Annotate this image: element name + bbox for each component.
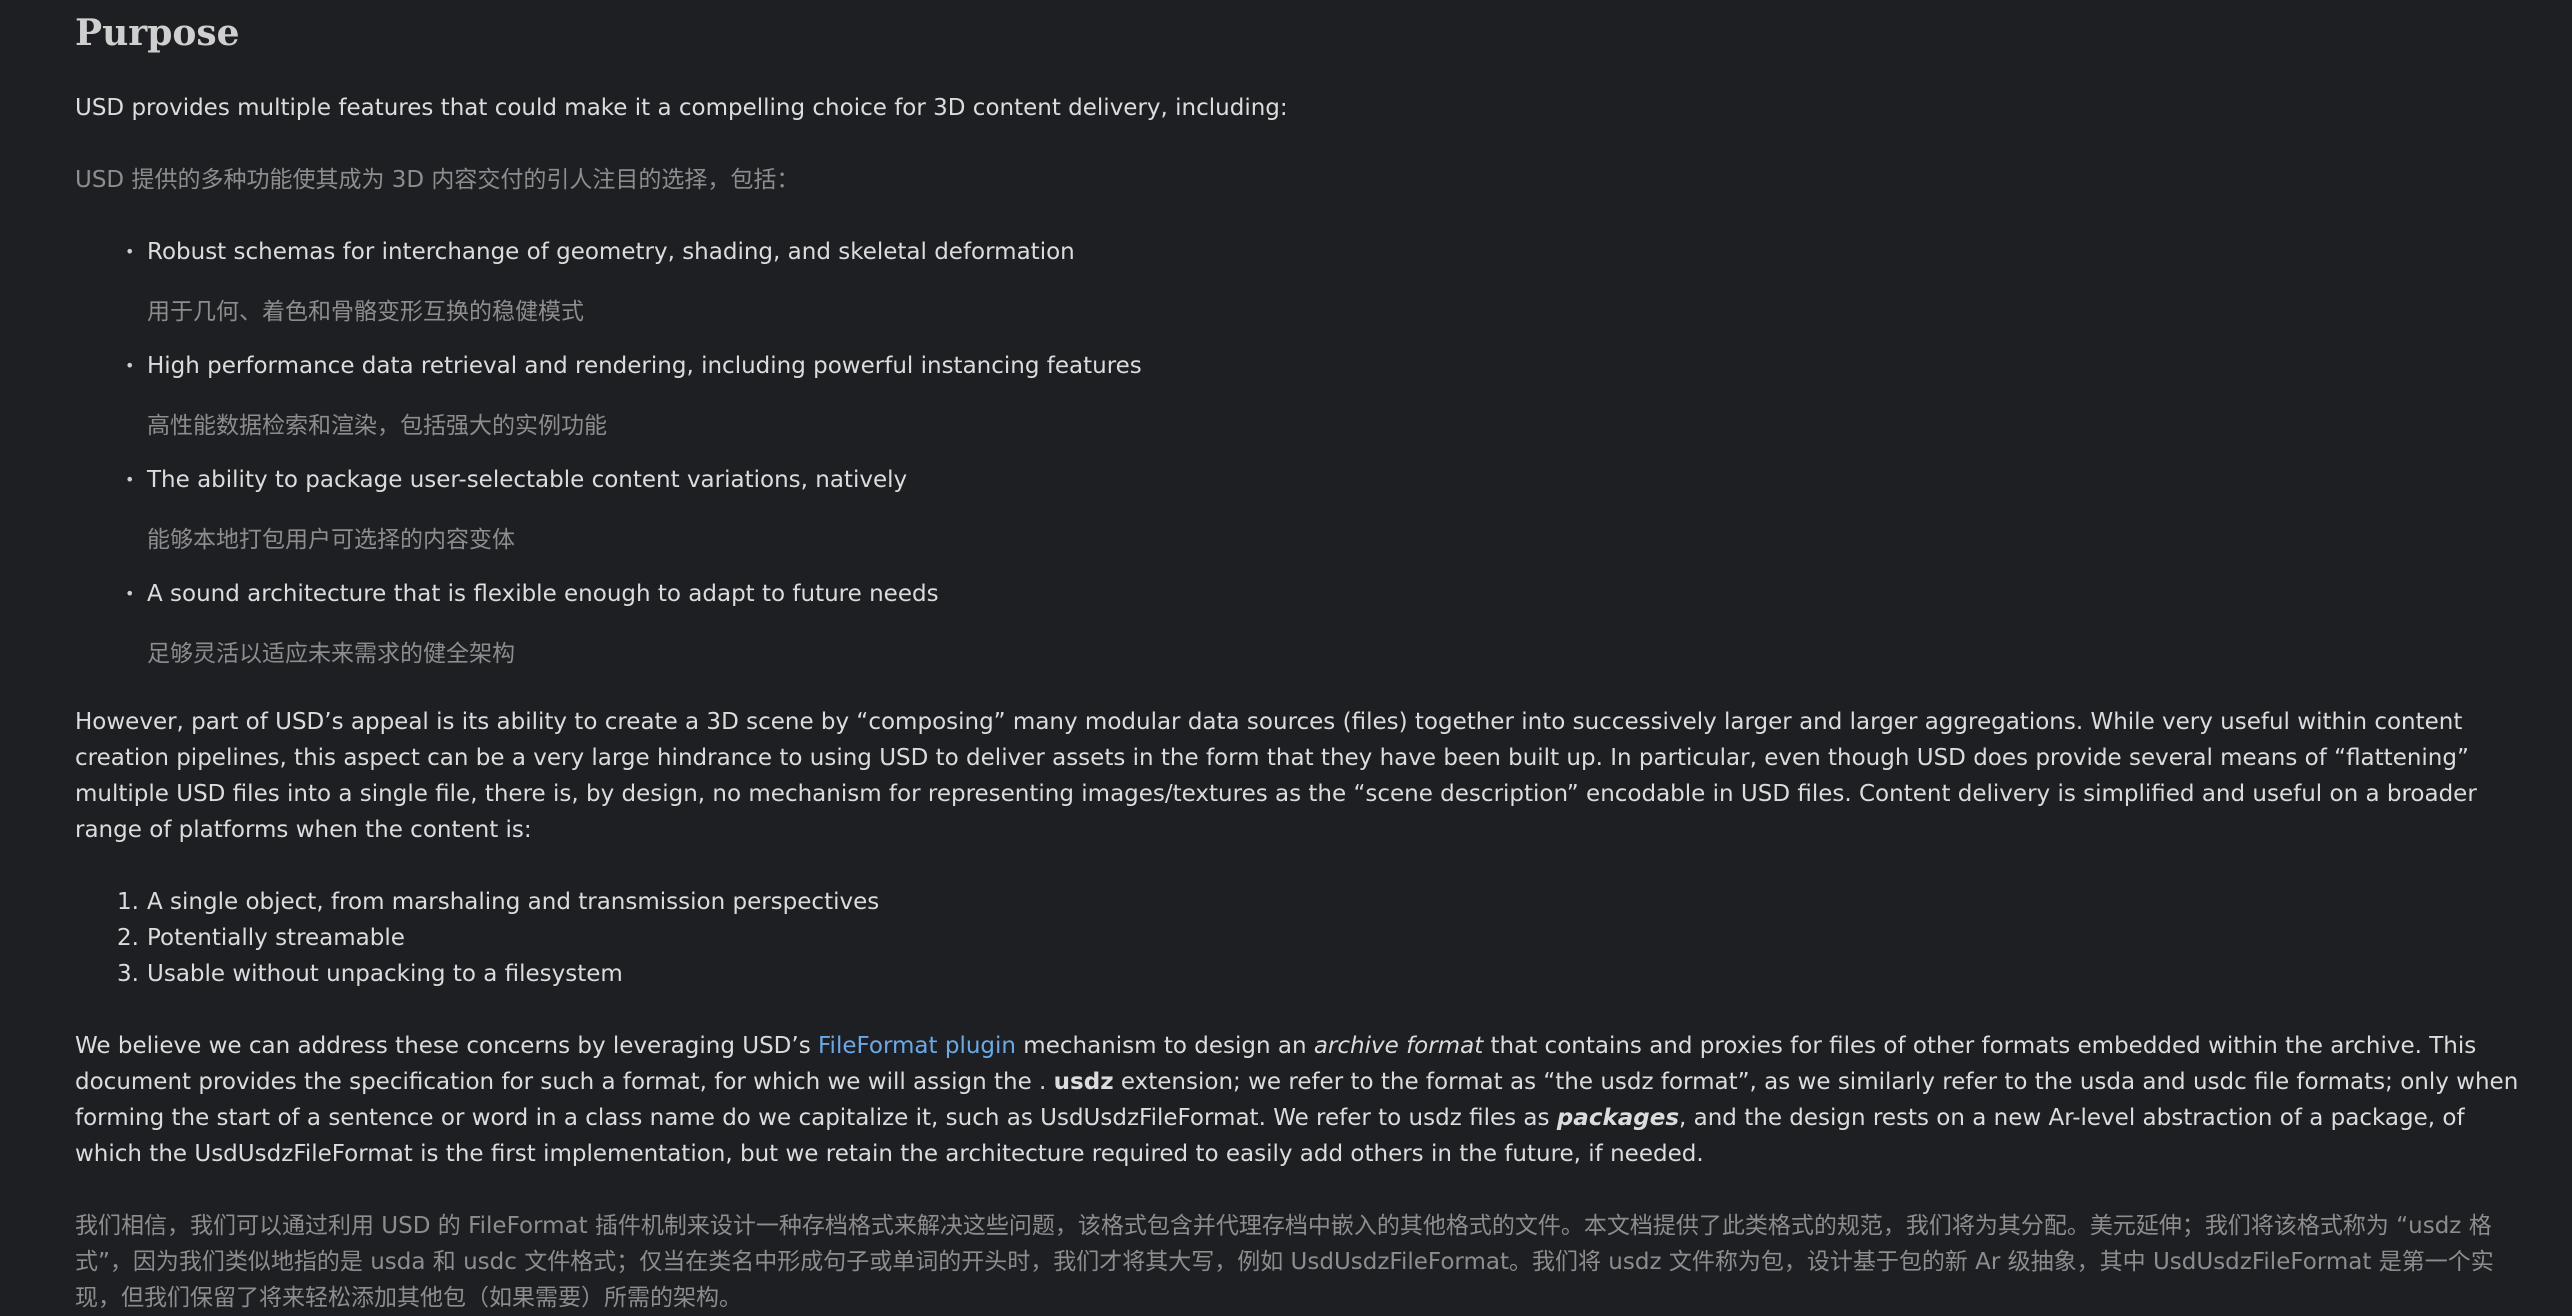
believe-text: mechanism to design an [1015,1033,1314,1059]
believe-paragraph-translation: 我们相信，我们可以通过利用 USD 的 FileFormat 插件机制来设计一种… [75,1213,2494,1311]
list-number: 3. [117,961,139,987]
feature-text: High performance data retrieval and rend… [147,353,1142,379]
bullet-icon: • [125,470,135,489]
list-item-text: Usable without unpacking to a filesystem [147,961,623,987]
list-item: • Robust schemas for interchange of geom… [125,234,2535,330]
feature-translation: 用于几何、着色和骨骼变形互换的稳健模式 [147,299,584,325]
bullet-icon: • [125,356,135,375]
bullet-icon: • [125,584,135,603]
feature-translation: 高性能数据检索和渲染，包括强大的实例功能 [147,413,607,439]
packages-emphasis: packages [1556,1105,1680,1131]
list-item-text: Potentially streamable [147,925,405,951]
list-item: 1. A single object, from marshaling and … [117,884,2535,920]
archive-format-emphasis: archive format [1313,1033,1484,1059]
intro-paragraph-translation: USD 提供的多种功能使其成为 3D 内容交付的引人注目的选择，包括： [75,167,800,193]
list-item: • High performance data retrieval and re… [125,348,2535,444]
feature-text: Robust schemas for interchange of geomet… [147,239,1075,265]
list-item: • A sound architecture that is flexible … [125,576,2535,672]
intro-paragraph: USD provides multiple features that coul… [75,95,1288,121]
feature-text: The ability to package user-selectable c… [147,467,908,493]
believe-paragraph: We believe we can address these concerns… [75,1028,2535,1172]
list-item-text: A single object, from marshaling and tra… [147,889,880,915]
however-paragraph: However, part of USD’s appeal is its abi… [75,709,2477,843]
list-number: 1. [117,889,139,915]
usdz-extension: usdz [1053,1069,1114,1095]
feature-text: A sound architecture that is flexible en… [147,581,939,607]
section-heading: Purpose [75,12,240,54]
believe-text: We believe we can address these concerns… [75,1033,818,1059]
bullet-icon: • [125,242,135,261]
fileformat-plugin-link[interactable]: FileFormat plugin [818,1033,1016,1059]
list-item: 3. Usable without unpacking to a filesys… [117,956,2535,992]
feature-translation: 足够灵活以适应未来需求的健全架构 [147,641,515,667]
feature-translation: 能够本地打包用户可选择的内容变体 [147,527,515,553]
list-item: • The ability to package user-selectable… [125,462,2535,558]
document-body: Purpose USD provides multiple features t… [75,0,2535,1316]
list-number: 2. [117,925,139,951]
feature-list: • Robust schemas for interchange of geom… [75,234,2535,672]
list-item: 2. Potentially streamable [117,920,2535,956]
content-property-list: 1. A single object, from marshaling and … [75,884,2535,992]
